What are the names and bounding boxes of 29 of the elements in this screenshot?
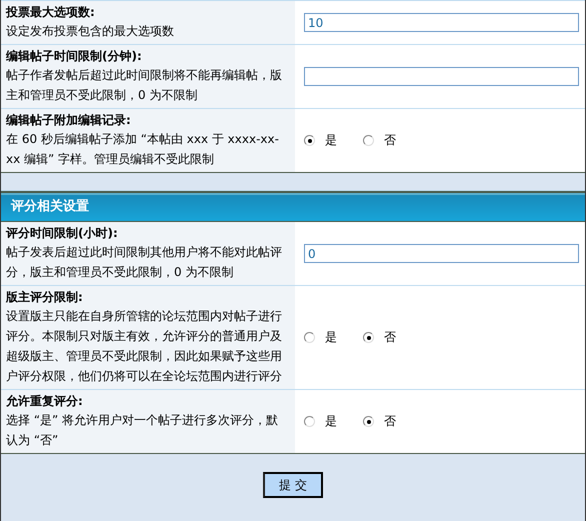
section-header: 评分相关设置 xyxy=(1,191,585,222)
text-field[interactable]: 0 xyxy=(304,244,579,263)
radio-button[interactable] xyxy=(304,135,315,146)
radio-button[interactable] xyxy=(363,332,374,343)
setting-label: 允许重复评分: xyxy=(6,393,84,410)
radio-label[interactable]: 否 xyxy=(384,132,396,149)
radio-button[interactable] xyxy=(363,135,374,146)
setting-label: 版主评分限制: xyxy=(6,289,84,306)
setting-label: 评分时间限制(小时): xyxy=(6,225,119,242)
radio-label[interactable]: 否 xyxy=(384,329,396,346)
setting-description: 设定发布投票包含的最大选项数 xyxy=(6,23,175,40)
setting-label: 编辑帖子时间限制(分钟): xyxy=(6,48,143,65)
radio-button[interactable] xyxy=(304,416,315,427)
radio-label[interactable]: 是 xyxy=(325,132,337,149)
setting-label: 投票最大选项数: xyxy=(6,4,96,21)
radio-label[interactable]: 否 xyxy=(384,413,396,430)
radio-label[interactable]: 是 xyxy=(325,329,337,346)
setting-description: 在 60 秒后编辑帖子添加 “本帖由 xxx 于 xxxx-xx-xx 编辑” 字样。管理员编辑不受此限制 xyxy=(6,131,280,168)
setting-description: 选择 “是” 将允许用户对一个帖子进行多次评分，默认为 “否” xyxy=(6,412,280,449)
submit-button[interactable]: 提 交 xyxy=(263,472,323,498)
setting-description: 设置版主只能在自身所管辖的论坛范围内对帖子进行评分。本限制只对版主有效，允许评分的普通用户及超级版主、管理员不受此限制，因此如果赋予这些用户评分权限，他们仍将可以在全论坛范围内进行评分 xyxy=(6,308,283,385)
text-field[interactable]: 10 xyxy=(304,13,579,32)
radio-label[interactable]: 是 xyxy=(325,413,337,430)
setting-description: 帖子作者发帖后超过此时间限制将不能再编辑帖，版主和管理员不受此限制，0 为不限制 xyxy=(6,67,283,104)
setting-description: 帖子发表后超过此时间限制其他用户将不能对此帖评分，版主和管理员不受此限制，0 为不限制 xyxy=(6,244,283,281)
radio-button[interactable] xyxy=(304,332,315,343)
text-field[interactable] xyxy=(304,67,579,86)
radio-button[interactable] xyxy=(363,416,374,427)
setting-label: 编辑帖子附加编辑记录: xyxy=(6,112,132,129)
